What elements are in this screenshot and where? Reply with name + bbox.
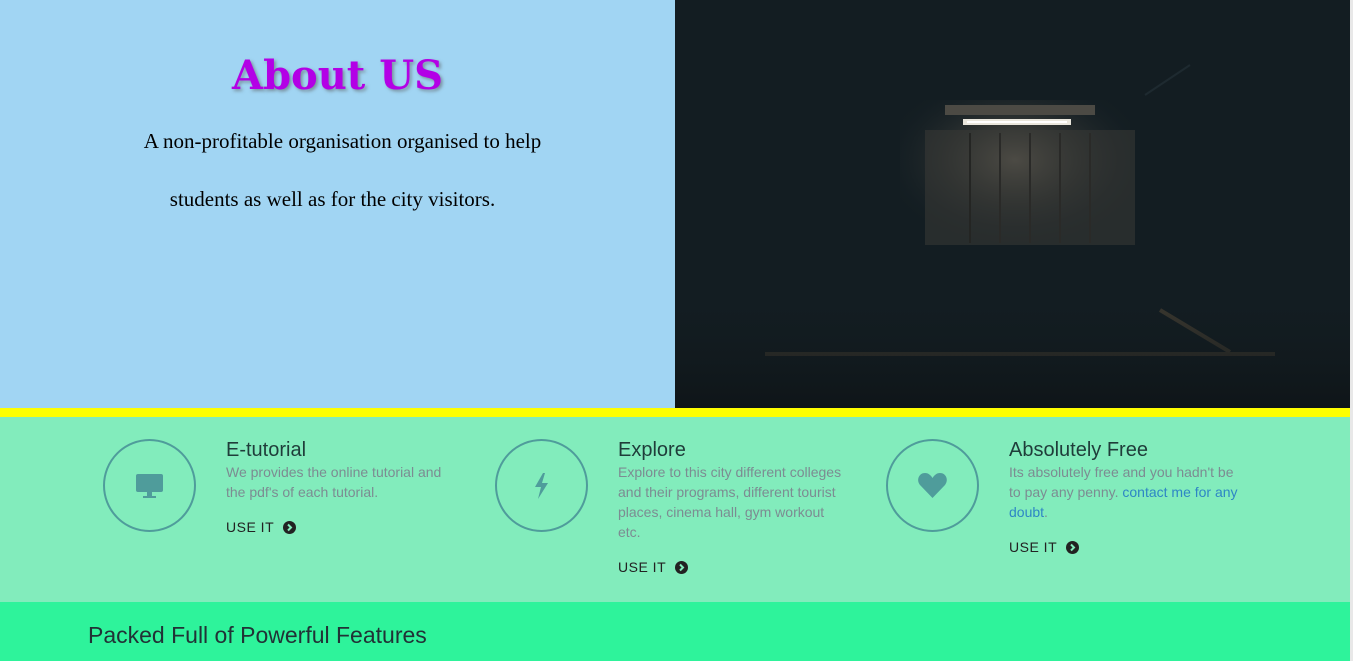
chevron-circle-right-icon <box>283 520 297 534</box>
feature-title: Absolutely Free <box>1009 439 1148 461</box>
lightning-icon <box>535 473 548 499</box>
yellow-divider <box>0 408 1350 417</box>
feature-description: Its absolutely free and you hadn't be to… <box>1009 464 1238 520</box>
chevron-circle-right-icon <box>1066 540 1080 554</box>
hero-photo <box>675 0 1350 408</box>
about-title: About US <box>232 52 443 99</box>
monitor-icon <box>136 474 163 498</box>
use-it-link[interactable]: USE IT <box>226 519 456 535</box>
use-it-link[interactable]: USE IT <box>618 559 848 575</box>
dark-garage-image <box>675 0 1350 408</box>
feature-icon-circle <box>886 439 979 532</box>
feature-description: We provides the online tutorial and the … <box>226 464 442 500</box>
use-it-label: USE IT <box>226 519 275 535</box>
feature-title: Explore <box>618 439 686 461</box>
feature-title: E-tutorial <box>226 439 307 461</box>
features-heading-section: Packed Full of Powerful Features <box>0 602 1350 661</box>
feature-icon-circle <box>495 439 588 532</box>
section-heading: Packed Full of Powerful Features <box>88 622 427 648</box>
chevron-circle-right-icon <box>675 560 689 574</box>
about-text-line-1: A non-profitable organisation organised … <box>143 129 542 153</box>
feature-icon-circle <box>103 439 196 532</box>
use-it-link[interactable]: USE IT <box>1009 539 1239 555</box>
about-section: About US A non-profitable organisation o… <box>0 0 675 408</box>
use-it-label: USE IT <box>1009 539 1058 555</box>
heart-icon <box>918 473 947 498</box>
about-text-line-2: students as well as for the city visitor… <box>169 187 496 211</box>
feature-description: Explore to this city different colleges … <box>618 464 842 540</box>
use-it-label: USE IT <box>618 559 667 575</box>
features-section: E-tutorial We provides the online tutori… <box>0 417 1350 602</box>
